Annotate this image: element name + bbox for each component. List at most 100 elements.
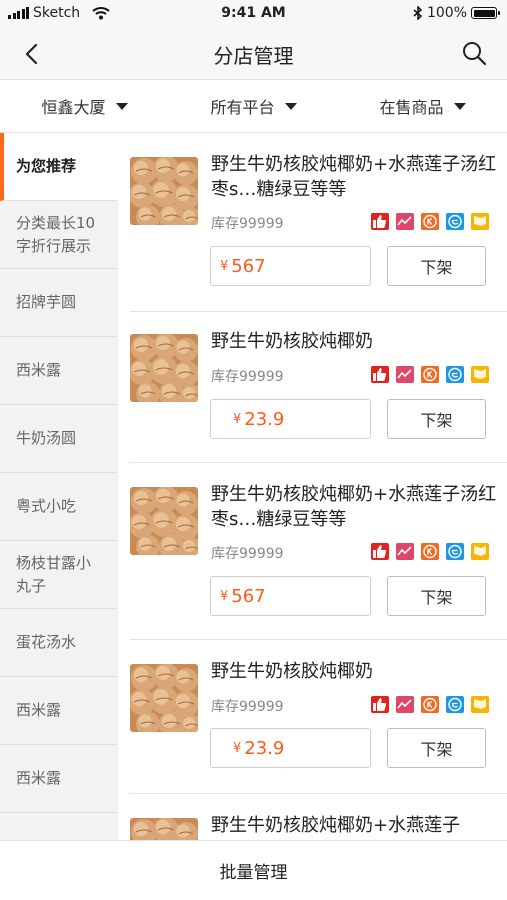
- product-item: 野生牛奶核胶炖椰奶 库存99999 ¥23.9 下架: [118, 661, 507, 794]
- product-image[interactable]: [130, 818, 198, 840]
- e-circle-icon: [446, 543, 464, 560]
- platform-badges: [371, 213, 489, 230]
- thumbs-up-icon: [371, 696, 389, 713]
- search-icon[interactable]: [461, 40, 487, 66]
- filter-status-dropdown[interactable]: 在售商品: [338, 80, 507, 132]
- price-input[interactable]: ¥567: [210, 576, 371, 616]
- filter-label: 在售商品: [379, 98, 444, 117]
- k-circle-icon: [421, 366, 439, 383]
- product-image[interactable]: [130, 334, 198, 402]
- chart-icon: [396, 213, 414, 230]
- price-input[interactable]: ¥567: [210, 246, 371, 286]
- divider: [130, 639, 507, 640]
- product-stock: 库存99999: [211, 369, 284, 385]
- bulk-manage-button[interactable]: 批量管理: [0, 840, 507, 900]
- caret-down-icon: [115, 102, 128, 110]
- product-item: 野生牛奶核胶炖椰奶 库存99999 ¥23.9 下架: [118, 331, 507, 463]
- off-shelf-button[interactable]: 下架: [387, 728, 486, 768]
- k-circle-icon: [421, 213, 439, 230]
- currency-symbol: ¥: [220, 588, 229, 604]
- product-name: 野生牛奶核胶炖椰奶+水燕莲子汤红枣s…糖绿豆等等: [211, 484, 497, 530]
- product-name: 野生牛奶核胶炖椰奶: [211, 661, 373, 682]
- k-circle-icon: [421, 543, 439, 560]
- sidebar-item-category[interactable]: 分类最长10字折行展示: [0, 201, 118, 269]
- flag-icon: [471, 213, 489, 230]
- flag-icon: [471, 366, 489, 383]
- sidebar-item-label: 西米露: [16, 701, 62, 719]
- sidebar-item-label: 杨枝甘露小丸子: [16, 553, 92, 595]
- chart-icon: [396, 543, 414, 560]
- sidebar-item-category[interactable]: 招牌芋圆: [0, 269, 118, 337]
- off-shelf-button[interactable]: 下架: [387, 246, 486, 286]
- price-value: 23.9: [244, 408, 285, 430]
- chart-icon: [396, 366, 414, 383]
- category-sidebar: 为您推荐 分类最长10字折行展示 招牌芋圆 西米露 牛奶汤圆 粤式小吃 杨枝甘露…: [0, 133, 118, 840]
- price-input[interactable]: ¥23.9: [210, 399, 371, 439]
- platform-badges: [371, 543, 489, 560]
- price-value: 567: [231, 255, 266, 277]
- sidebar-item-label: 分类最长10字折行展示: [16, 213, 96, 255]
- e-circle-icon: [446, 213, 464, 230]
- product-stock: 库存99999: [211, 216, 284, 232]
- product-name: 野生牛奶核胶炖椰奶+水燕莲子汤红枣s…糖绿豆等等: [211, 154, 497, 200]
- product-image[interactable]: [130, 157, 198, 225]
- sidebar-item-label: 为您推荐: [16, 157, 77, 175]
- thumbs-up-icon: [371, 366, 389, 383]
- product-item: 野生牛奶核胶炖椰奶+水燕莲子汤红枣s…糖绿豆等等 库存99999 ¥567 下架: [118, 154, 507, 312]
- divider: [130, 793, 507, 794]
- sidebar-item-category[interactable]: 西米露: [0, 337, 118, 405]
- e-circle-icon: [446, 366, 464, 383]
- sidebar-item-label: 招牌芋圆: [16, 293, 77, 311]
- sidebar-item-label: 西米露: [16, 361, 62, 379]
- platform-badges: [371, 696, 489, 713]
- e-circle-icon: [446, 696, 464, 713]
- battery-status: 100%: [413, 5, 500, 21]
- sidebar-item-category[interactable]: 牛奶汤圆: [0, 405, 118, 473]
- price-value: 23.9: [244, 737, 285, 759]
- filter-platform-dropdown[interactable]: 所有平台: [169, 80, 338, 132]
- sidebar-item-label: 粤式小吃: [16, 497, 77, 515]
- caret-down-icon: [284, 102, 297, 110]
- status-bar: Sketch 9:41 AM 100%: [0, 0, 507, 28]
- thumbs-up-icon: [371, 543, 389, 560]
- off-shelf-button[interactable]: 下架: [387, 576, 486, 616]
- filter-label: 所有平台: [210, 98, 275, 117]
- currency-symbol: ¥: [220, 258, 229, 274]
- sidebar-item-label: 蛋花汤水: [16, 633, 77, 651]
- product-image[interactable]: [130, 664, 198, 732]
- price-input[interactable]: ¥23.9: [210, 728, 371, 768]
- sidebar-item-label: 牛奶汤圆: [16, 429, 77, 447]
- divider: [130, 462, 507, 463]
- thumbs-up-icon: [371, 213, 389, 230]
- product-stock: 库存99999: [211, 699, 284, 715]
- currency-symbol: ¥: [233, 740, 242, 756]
- flag-icon: [471, 696, 489, 713]
- sidebar-item-category[interactable]: 西米露: [0, 677, 118, 745]
- off-shelf-button[interactable]: 下架: [387, 399, 486, 439]
- sidebar-item-category[interactable]: 蛋花汤水: [0, 609, 118, 677]
- price-value: 567: [231, 585, 266, 607]
- battery-icon: [471, 7, 500, 19]
- bluetooth-icon: [413, 6, 423, 20]
- product-item: 野生牛奶核胶炖椰奶+水燕莲子: [118, 815, 507, 840]
- sidebar-item-category[interactable]: 西米露: [0, 745, 118, 813]
- sidebar-item-category[interactable]: 粤式小吃: [0, 473, 118, 541]
- chart-icon: [396, 696, 414, 713]
- caret-down-icon: [453, 102, 466, 110]
- sidebar-item-label: 西米露: [16, 769, 62, 787]
- product-name: 野生牛奶核胶炖椰奶: [211, 331, 373, 352]
- filter-store-dropdown[interactable]: 恒鑫大厦: [0, 80, 169, 132]
- currency-symbol: ¥: [233, 411, 242, 427]
- product-list: 野生牛奶核胶炖椰奶+水燕莲子汤红枣s…糖绿豆等等 库存99999 ¥567 下架…: [118, 133, 507, 840]
- page-title: 分店管理: [213, 44, 294, 68]
- battery-percent: 100%: [426, 5, 467, 21]
- sidebar-item-recommended[interactable]: 为您推荐: [0, 133, 118, 201]
- platform-badges: [371, 366, 489, 383]
- k-circle-icon: [421, 696, 439, 713]
- product-stock: 库存99999: [211, 546, 284, 562]
- nav-bar: 分店管理: [0, 28, 507, 80]
- filter-label: 恒鑫大厦: [41, 98, 106, 117]
- product-item: 野生牛奶核胶炖椰奶+水燕莲子汤红枣s…糖绿豆等等 库存99999 ¥567 下架: [118, 484, 507, 640]
- sidebar-item-category[interactable]: 杨枝甘露小丸子: [0, 541, 118, 609]
- product-image[interactable]: [130, 487, 198, 555]
